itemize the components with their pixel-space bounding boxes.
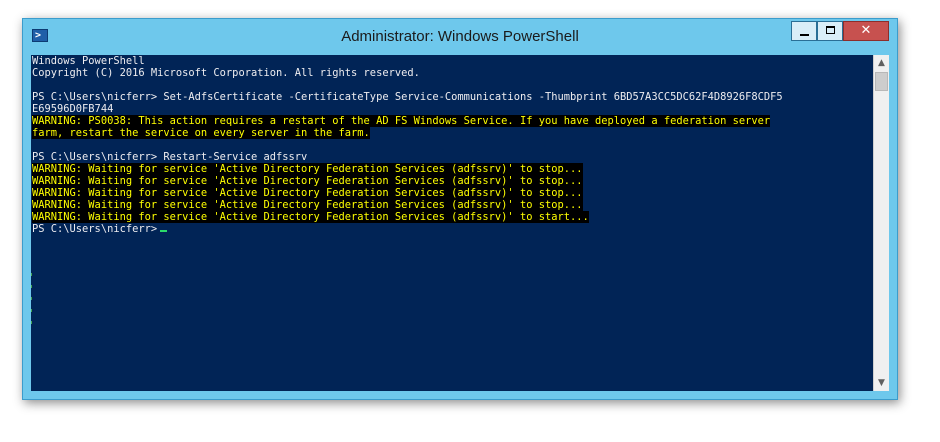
scrollbar-thumb[interactable]	[875, 72, 888, 91]
warning-text: WARNING: Waiting for service 'Active Dir…	[32, 175, 583, 187]
warning-text: WARNING: Waiting for service 'Active Dir…	[32, 163, 583, 175]
window-title: Administrator: Windows PowerShell	[341, 28, 579, 45]
vertical-scrollbar[interactable]: ▲ ▼	[873, 55, 889, 391]
console-line: PS C:\Users\nicferr> Restart-Service adf…	[32, 151, 783, 163]
maximize-button[interactable]	[817, 21, 843, 41]
text-cursor	[160, 230, 168, 232]
scroll-up-arrow-icon[interactable]: ▲	[874, 55, 889, 71]
console-text: Copyright (C) 2016 Microsoft Corporation…	[32, 67, 420, 79]
console-line: WARNING: Waiting for service 'Active Dir…	[32, 163, 783, 175]
console-text: E69596D0FB744	[32, 103, 114, 115]
minimize-button[interactable]	[791, 21, 817, 41]
console-line: WARNING: Waiting for service 'Active Dir…	[32, 175, 783, 187]
console-line: WARNING: Waiting for service 'Active Dir…	[32, 199, 783, 211]
console-line: WARNING: PS0038: This action requires a …	[32, 115, 783, 127]
console-line: PS C:\Users\nicferr> Set-AdfsCertificate…	[32, 91, 783, 103]
console-text: PS C:\Users\nicferr> Set-AdfsCertificate…	[32, 91, 783, 103]
console-line: PS C:\Users\nicferr>	[32, 223, 783, 235]
console-output[interactable]: Windows PowerShell Copyright (C) 2016 Mic…	[31, 55, 873, 391]
warning-text: WARNING: Waiting for service 'Active Dir…	[32, 187, 583, 199]
console-line: WARNING: Waiting for service 'Active Dir…	[32, 187, 783, 199]
close-button[interactable]: ✕	[843, 21, 889, 41]
console-line: farm, restart the service on every serve…	[32, 127, 783, 139]
minimize-icon	[800, 34, 809, 36]
warning-text: WARNING: Waiting for service 'Active Dir…	[32, 211, 589, 223]
console-line: E69596D0FB744	[32, 103, 783, 115]
warning-text: farm, restart the service on every serve…	[32, 127, 370, 139]
scroll-down-arrow-icon[interactable]: ▼	[874, 375, 889, 391]
console-text: Windows PowerShell	[32, 55, 145, 67]
console-text: PS C:\Users\nicferr>	[32, 223, 158, 235]
console-line: Copyright (C) 2016 Microsoft Corporation…	[32, 67, 783, 79]
powershell-window: > Administrator: Windows PowerShell ✕ Wi…	[22, 18, 898, 400]
console-lines: Windows PowerShell Copyright (C) 2016 Mic…	[32, 55, 783, 235]
close-icon: ✕	[860, 23, 872, 38]
warning-text: WARNING: Waiting for service 'Active Dir…	[32, 199, 583, 211]
console-left-marks	[31, 273, 33, 333]
console-line: Windows PowerShell	[32, 55, 783, 67]
title-bar[interactable]: > Administrator: Windows PowerShell ✕	[23, 19, 897, 55]
maximize-icon	[826, 26, 835, 34]
console-line: WARNING: Waiting for service 'Active Dir…	[32, 211, 783, 223]
console-text: PS C:\Users\nicferr> Restart-Service adf…	[32, 151, 308, 163]
warning-text: WARNING: PS0038: This action requires a …	[32, 115, 771, 127]
